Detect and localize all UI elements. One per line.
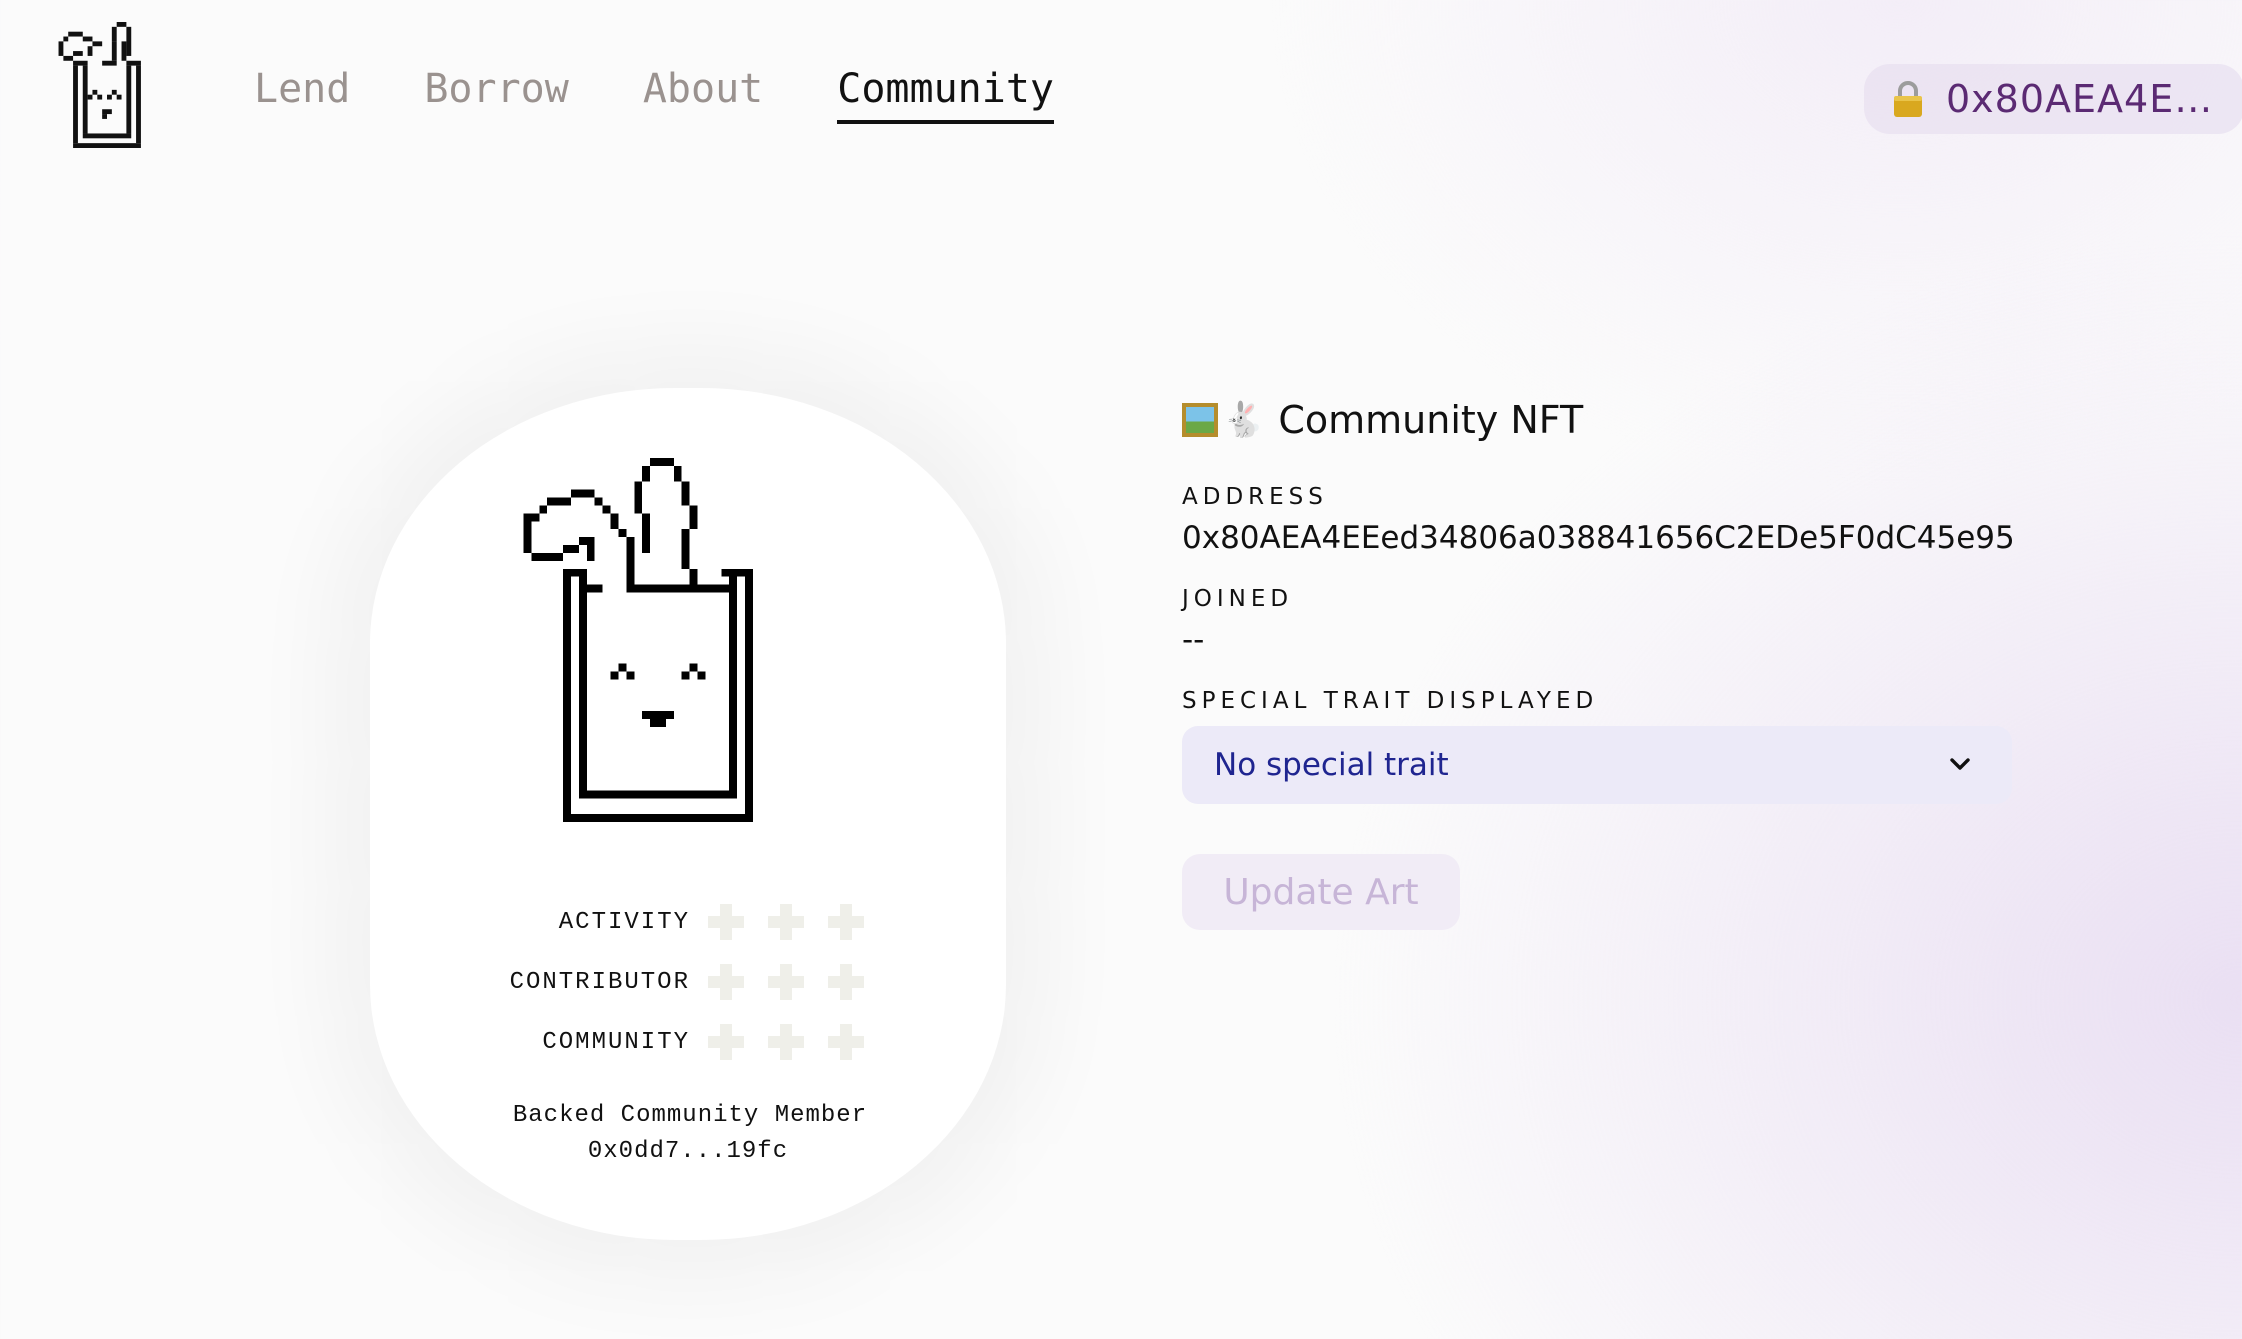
framed-picture-icon [1182,403,1218,437]
member-address: 0x0dd7...19fc [587,1138,789,1165]
special-trait-label: SPECIAL TRAIT DISPLAYED [1182,688,1599,714]
trait-row-community: COMMUNITY [370,1022,1006,1062]
lock-icon [1894,81,1922,117]
joined-field: JOINED -- [1182,586,2012,658]
address-field: ADDRESS 0x80AEA4EEed34806a038841656C2EDe… [1182,484,2015,556]
wallet-address: 0x80AEA4E… [1946,77,2214,121]
plus-icon [826,1022,866,1062]
nav-community[interactable]: Community [837,66,1054,124]
special-trait-select[interactable]: No special trait [1182,726,2012,804]
trait-label: CONTRIBUTOR [509,968,690,996]
bunny-pixel-art [523,458,753,822]
special-trait-value: No special trait [1214,747,1449,783]
bunny-logo-icon[interactable] [52,22,162,148]
chevron-down-icon [1950,758,1970,770]
plus-icon [766,1022,806,1062]
member-title: Backed Community Member [512,1102,868,1129]
update-art-button[interactable]: Update Art [1182,854,1460,930]
plus-icon [706,902,746,942]
member-info: Backed Community Member 0x0dd7...19fc [370,1098,1006,1170]
joined-label: JOINED [1182,586,1294,612]
address-value: 0x80AEA4EEed34806a038841656C2EDe5F0dC45e… [1182,520,2015,556]
plus-icon [826,902,866,942]
plus-icon [766,962,806,1002]
trait-label: COMMUNITY [542,1028,690,1056]
panel-title: 🐇 Community NFT [1182,396,2012,444]
address-label: ADDRESS [1182,484,1328,510]
plus-icon [766,902,806,942]
main-nav: Lend Borrow About Community [254,66,1054,124]
plus-icon [706,962,746,1002]
rabbit-icon: 🐇 [1222,400,1265,440]
trait-points [706,962,866,1002]
nft-info-panel: 🐇 Community NFT ADDRESS 0x80AEA4EEed3480… [1182,396,2015,930]
plus-icon [706,1022,746,1062]
nft-card: ACTIVITY CONTRIBUTOR COMMUNITY Backed Co… [370,388,1006,1240]
trait-points [706,902,866,942]
nav-about[interactable]: About [643,66,763,124]
special-trait-field: SPECIAL TRAIT DISPLAYED No special trait [1182,688,2012,804]
panel-title-text: Community NFT [1278,398,1584,442]
trait-row-contributor: CONTRIBUTOR [370,962,1006,1002]
trait-points [706,1022,866,1062]
trait-label: ACTIVITY [558,908,690,936]
joined-value: -- [1182,622,1205,658]
plus-icon [826,962,866,1002]
nav-borrow[interactable]: Borrow [424,66,569,124]
trait-row-activity: ACTIVITY [370,902,1006,942]
wallet-button[interactable]: 0x80AEA4E… [1864,64,2242,134]
nav-lend[interactable]: Lend [254,66,350,124]
